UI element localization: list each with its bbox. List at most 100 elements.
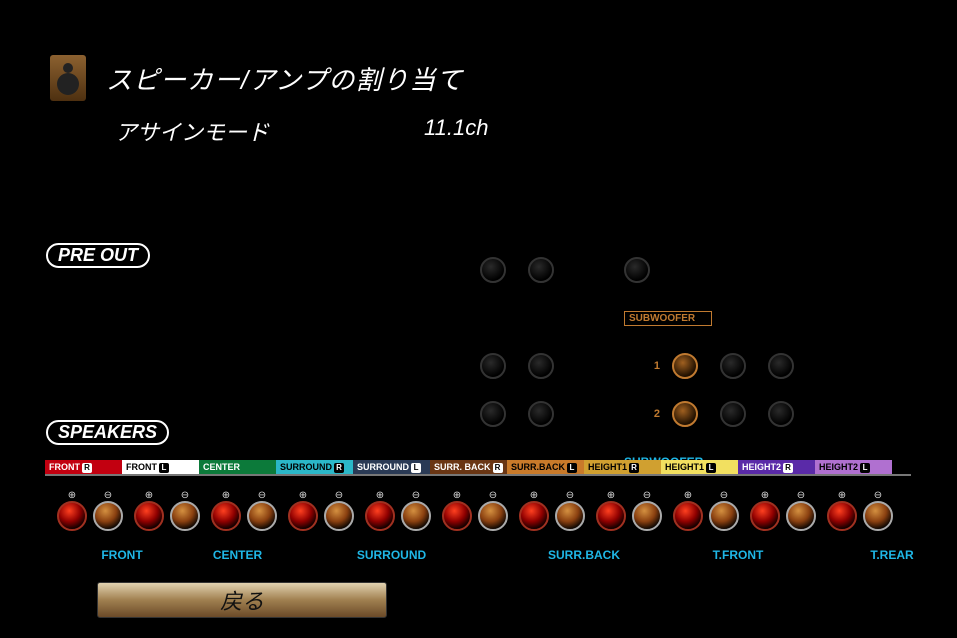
binding-post: ⊕ [671, 490, 705, 531]
binding-terminal [478, 501, 508, 531]
speaker-tag: HEIGHT1R [584, 460, 661, 475]
polarity-icon: ⊖ [181, 490, 189, 501]
binding-terminal [750, 501, 780, 531]
lr-badge: R [334, 463, 344, 473]
binding-post: ⊖ [707, 490, 741, 531]
lr-badge: R [629, 463, 639, 473]
speaker-tag: CENTER [199, 460, 276, 475]
polarity-icon: ⊕ [607, 490, 615, 501]
post-pair: ⊕⊖ [594, 490, 668, 531]
subwoofer-box: SUBWOOFER [624, 311, 712, 326]
lr-badge: L [411, 463, 421, 473]
binding-terminal [134, 501, 164, 531]
polarity-icon: ⊖ [566, 490, 574, 501]
binding-terminal [93, 501, 123, 531]
title-row: スピーカー/アンプの割り当て [50, 55, 463, 101]
binding-terminal [786, 501, 816, 531]
post-pair: ⊕⊖ [286, 490, 360, 531]
binding-post: ⊕ [825, 490, 859, 531]
speaker-tag: SURR.BACKL [507, 460, 584, 475]
assign-mode-label: アサインモード [115, 115, 269, 147]
rca-jack [720, 353, 746, 379]
sw1-num: 1 [624, 360, 664, 372]
binding-terminal [827, 501, 857, 531]
rca-jack [624, 257, 650, 283]
post-pair: ⊕⊖ [517, 490, 591, 531]
polarity-icon: ⊖ [797, 490, 805, 501]
speaker-tag: HEIGHT2R [738, 460, 815, 475]
speaker-icon [50, 55, 86, 101]
divider [45, 474, 911, 476]
post-pair: ⊕⊖ [825, 490, 899, 531]
post-pair: ⊕⊖ [671, 490, 745, 531]
binding-terminal [555, 501, 585, 531]
binding-post: ⊖ [630, 490, 664, 531]
lr-badge: L [860, 463, 870, 473]
binding-post: ⊖ [476, 490, 510, 531]
polarity-icon: ⊕ [761, 490, 769, 501]
lr-badge: R [493, 463, 503, 473]
speaker-group-label: FRONT [45, 548, 199, 562]
polarity-icon: ⊕ [299, 490, 307, 501]
post-pair: ⊕⊖ [440, 490, 514, 531]
binding-post: ⊖ [245, 490, 279, 531]
speaker-group-labels: FRONTCENTERSURROUNDSURR.BACKT.FRONTT.REA… [45, 548, 957, 562]
speaker-tag: SURR. BACKR [430, 460, 507, 475]
polarity-icon: ⊖ [335, 490, 343, 501]
page-title: スピーカー/アンプの割り当て [106, 60, 463, 97]
binding-post: ⊖ [168, 490, 202, 531]
binding-post: ⊕ [363, 490, 397, 531]
polarity-icon: ⊕ [453, 490, 461, 501]
binding-post: ⊕ [132, 490, 166, 531]
binding-terminal [673, 501, 703, 531]
rca-jack [528, 401, 554, 427]
subwoofer1-jack [672, 353, 698, 379]
rca-jack [720, 401, 746, 427]
polarity-icon: ⊖ [874, 490, 882, 501]
binding-terminal [709, 501, 739, 531]
rca-jack [480, 353, 506, 379]
binding-terminal [401, 501, 431, 531]
speaker-group-label: SURROUND [276, 548, 507, 562]
speaker-tag: SURROUNDR [276, 460, 353, 475]
binding-post: ⊕ [440, 490, 474, 531]
binding-post: ⊕ [594, 490, 628, 531]
speaker-tag: FRONTL [122, 460, 199, 475]
assign-mode-row: アサインモード 11.1ch [115, 115, 488, 147]
sw2-num: 2 [624, 408, 664, 420]
lr-badge: R [783, 463, 793, 473]
binding-terminal [170, 501, 200, 531]
speaker-tag: HEIGHT1L [661, 460, 738, 475]
binding-posts-row: ⊕⊖⊕⊖⊕⊖⊕⊖⊕⊖⊕⊖⊕⊖⊕⊖⊕⊖⊕⊖⊕⊖ [55, 490, 899, 531]
binding-terminal [519, 501, 549, 531]
polarity-icon: ⊖ [643, 490, 651, 501]
rca-jack [528, 353, 554, 379]
polarity-icon: ⊕ [530, 490, 538, 501]
binding-terminal [247, 501, 277, 531]
rca-jack [768, 353, 794, 379]
binding-post: ⊖ [322, 490, 356, 531]
binding-terminal [863, 501, 893, 531]
polarity-icon: ⊕ [68, 490, 76, 501]
post-pair: ⊕⊖ [209, 490, 283, 531]
binding-terminal [57, 501, 87, 531]
back-button[interactable]: 戻る [97, 582, 387, 618]
lr-badge: R [82, 463, 92, 473]
speaker-tags-row: FRONTRFRONTLCENTERSURROUNDRSURROUNDLSURR… [45, 460, 892, 475]
lr-badge: L [159, 463, 169, 473]
polarity-icon: ⊕ [838, 490, 846, 501]
polarity-icon: ⊖ [412, 490, 420, 501]
binding-post: ⊕ [286, 490, 320, 531]
binding-terminal [211, 501, 241, 531]
binding-post: ⊖ [399, 490, 433, 531]
preout-label: PRE OUT [46, 243, 150, 268]
binding-post: ⊖ [784, 490, 818, 531]
binding-terminal [288, 501, 318, 531]
speaker-group-label: T.REAR [815, 548, 957, 562]
speaker-group-label: CENTER [199, 548, 276, 562]
binding-post: ⊖ [91, 490, 125, 531]
lr-badge: L [706, 463, 716, 473]
subwoofer2-jack [672, 401, 698, 427]
speaker-tag: HEIGHT2L [815, 460, 892, 475]
post-pair: ⊕⊖ [748, 490, 822, 531]
